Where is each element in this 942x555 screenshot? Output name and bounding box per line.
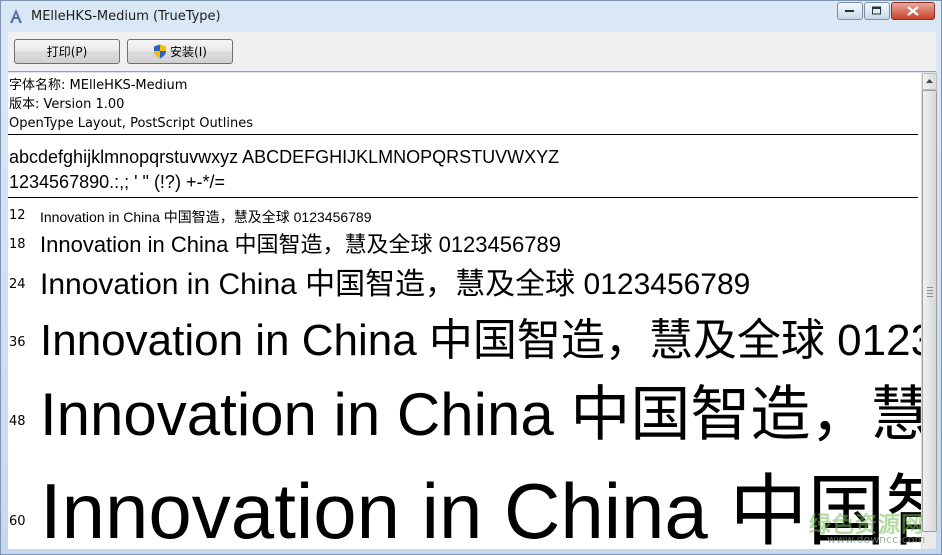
font-preview-area[interactable]: 字体名称: MElleHKS-Medium 版本: Version 1.00 O… (8, 73, 921, 549)
minimize-button[interactable] (837, 2, 863, 20)
sample-text: Innovation in China 中国智造，慧及全球 0123456789 (40, 209, 372, 225)
print-button-label: 打印(P) (46, 45, 88, 59)
scroll-up-icon (926, 79, 933, 83)
charset-divider (8, 197, 918, 198)
close-icon (907, 6, 919, 16)
sample-text: Innovation in China 中国智造，慧及全球 0123456789 (40, 268, 751, 301)
watermark-url: www.downcc.com (827, 533, 926, 546)
info-divider (8, 134, 918, 135)
minimize-icon (845, 10, 854, 12)
font-viewer-icon (10, 9, 22, 23)
charset-letters: abcdefghijklmnopqrstuvwxyz ABCDEFGHIJKLM… (9, 147, 560, 167)
close-button[interactable] (891, 2, 935, 20)
font-outlines-text: OpenType Layout, PostScript Outlines (9, 116, 254, 131)
window-title: MElleHKS-Medium (TrueType) (31, 8, 221, 24)
sample-size-label: 48 (9, 414, 26, 429)
sample-size-label: 24 (9, 277, 26, 292)
sample-text: Innovation in China 中国智造，慧及全球 0123456789 (40, 381, 921, 448)
character-set-preview: abcdefghijklmnopqrstuvwxyz ABCDEFGHIJKLM… (9, 145, 559, 195)
toolbar: 打印(P) 安装(I) (8, 32, 936, 72)
sample-text: Innovation in China 中国智造，慧及全球 0123456789 (40, 316, 921, 365)
sample-text: Innovation in China 中国智造，慧及全球 0123456789 (40, 232, 561, 257)
scroll-up-button[interactable] (922, 73, 937, 90)
sample-size-label: 12 (9, 208, 26, 223)
charset-digits: 1234567890.:,; ' " (!?) +-*/= (9, 172, 225, 192)
vertical-scrollbar[interactable] (921, 73, 937, 549)
maximize-icon (872, 6, 881, 15)
uac-shield-icon (154, 44, 167, 59)
font-name-text: 字体名称: MElleHKS-Medium (9, 78, 188, 93)
install-button[interactable]: 安装(I) (127, 39, 233, 64)
sample-size-label: 60 (9, 514, 26, 529)
install-button-label: 安装(I) (170, 45, 207, 59)
maximize-button[interactable] (864, 2, 890, 20)
grip-icon (927, 287, 933, 299)
font-info: 字体名称: MElleHKS-Medium 版本: Version 1.00 O… (9, 76, 253, 133)
scrollbar-thumb[interactable] (922, 90, 937, 532)
font-viewer-window: MElleHKS-Medium (TrueType) 打印(P) 安装(I) 字… (0, 0, 942, 555)
window-controls (836, 2, 935, 20)
sample-text: Innovation in China 中国智造，慧及全球 0123456789 (40, 467, 921, 549)
title-bar[interactable]: MElleHKS-Medium (TrueType) (1, 1, 941, 31)
sample-size-label: 36 (9, 335, 26, 350)
sample-size-label: 18 (9, 237, 26, 252)
font-version-text: 版本: Version 1.00 (9, 97, 125, 112)
print-button[interactable]: 打印(P) (14, 39, 120, 64)
